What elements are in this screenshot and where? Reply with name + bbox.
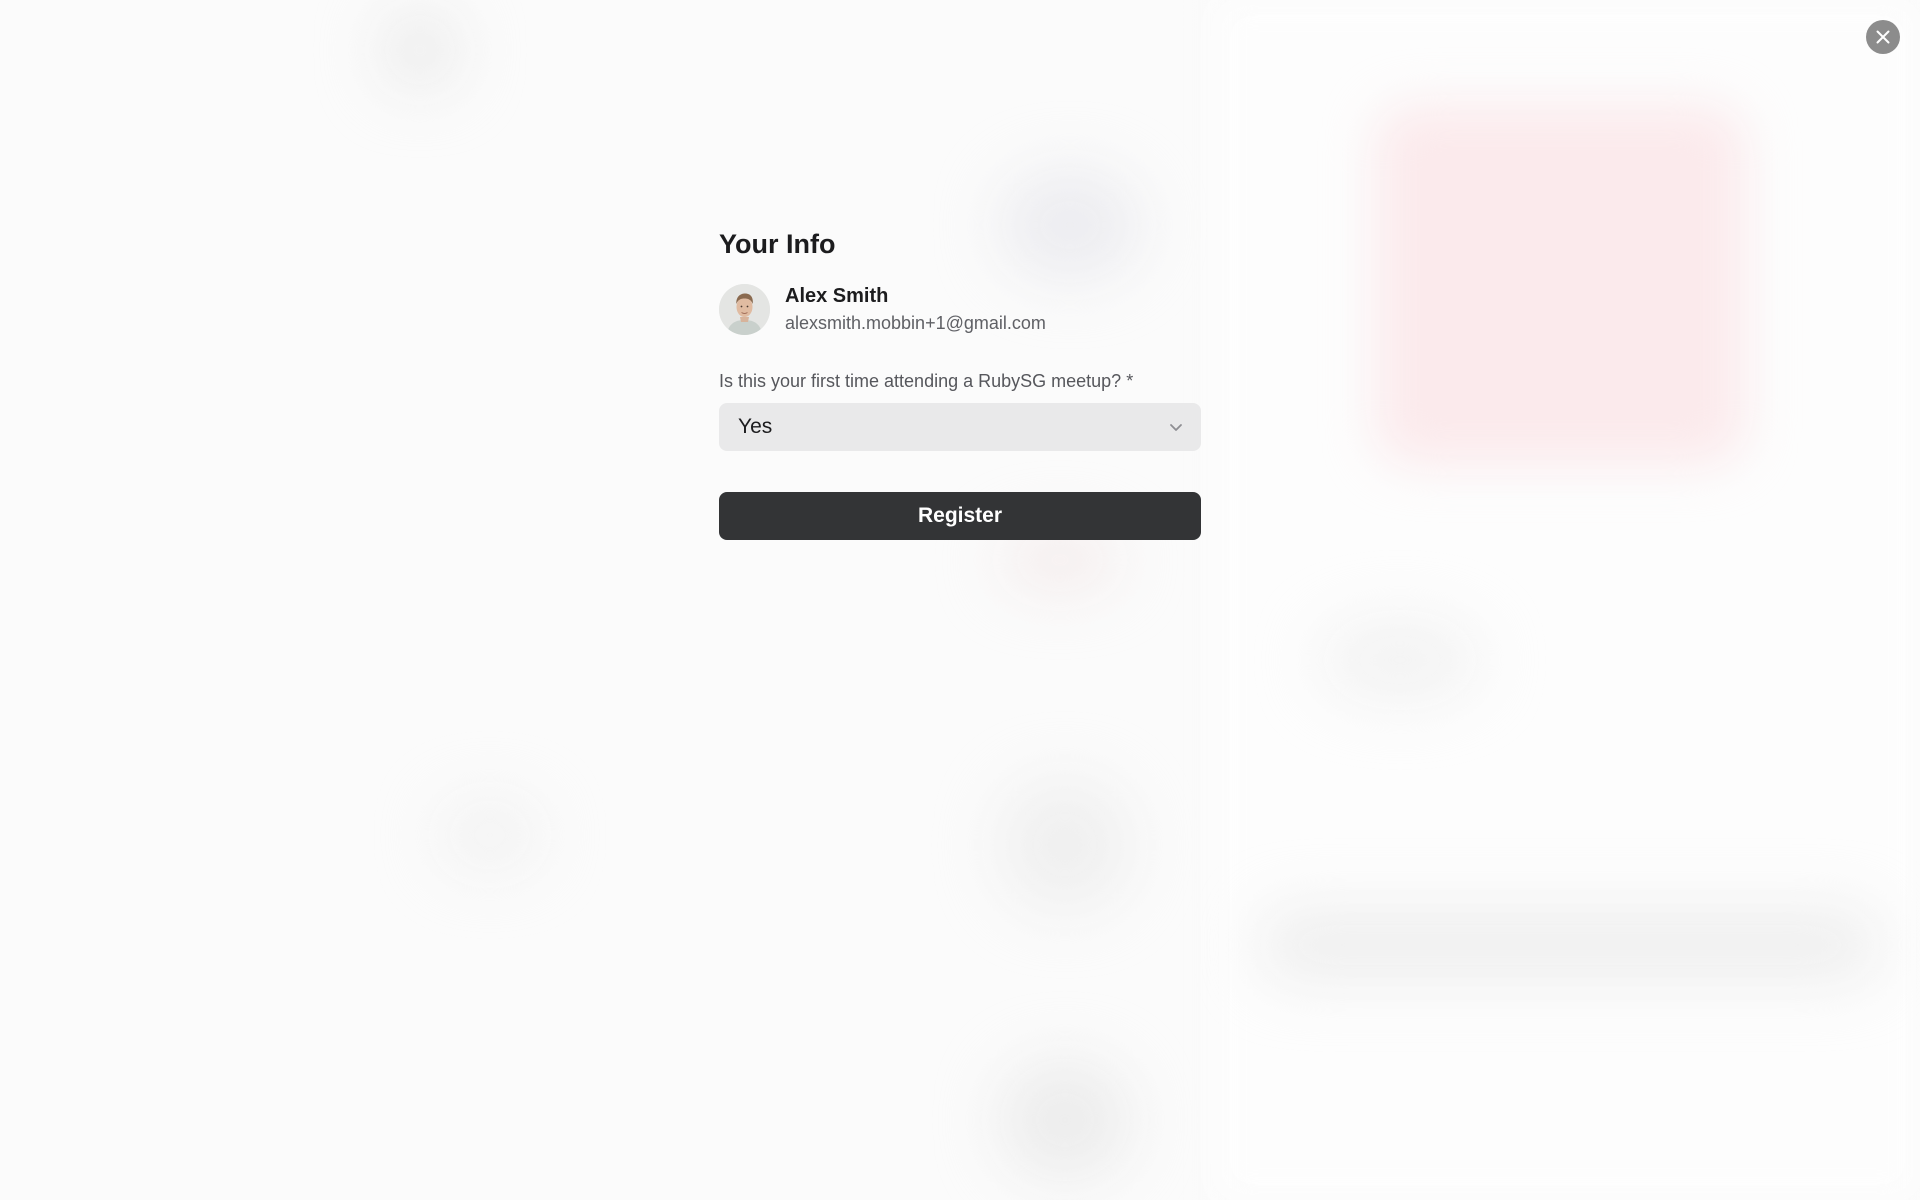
- user-info: Alex Smith alexsmith.mobbin+1@gmail.com: [719, 283, 1201, 335]
- first-time-select-value: Yes: [738, 415, 773, 438]
- user-email: alexsmith.mobbin+1@gmail.com: [785, 312, 1046, 333]
- registration-form: Your Info Alex Smith alexsmith.mobbin+1@…: [719, 222, 1201, 540]
- blurred-shape: [1320, 620, 1480, 700]
- blurred-background: [0, 0, 1920, 1200]
- first-time-select[interactable]: Yes: [719, 403, 1201, 451]
- page-title: Your Info: [719, 229, 836, 259]
- blurred-shape: [380, 10, 460, 90]
- avatar: [719, 283, 770, 335]
- chevron-down-icon: [1169, 423, 1183, 432]
- close-icon: [1876, 30, 1890, 44]
- blurred-shape: [1000, 1060, 1130, 1180]
- avatar-image: [719, 283, 770, 335]
- blurred-shape: [440, 800, 540, 870]
- close-button[interactable]: [1866, 20, 1900, 54]
- blurred-shape: [1260, 910, 1880, 980]
- blurred-event-poster: [1375, 105, 1745, 465]
- first-time-question-label: Is this your first time attending a Ruby…: [719, 371, 1134, 391]
- user-details: Alex Smith alexsmith.mobbin+1@gmail.com: [785, 283, 1046, 336]
- user-name: Alex Smith: [785, 284, 889, 307]
- blurred-shape: [1000, 780, 1130, 910]
- register-button[interactable]: Register: [719, 492, 1201, 540]
